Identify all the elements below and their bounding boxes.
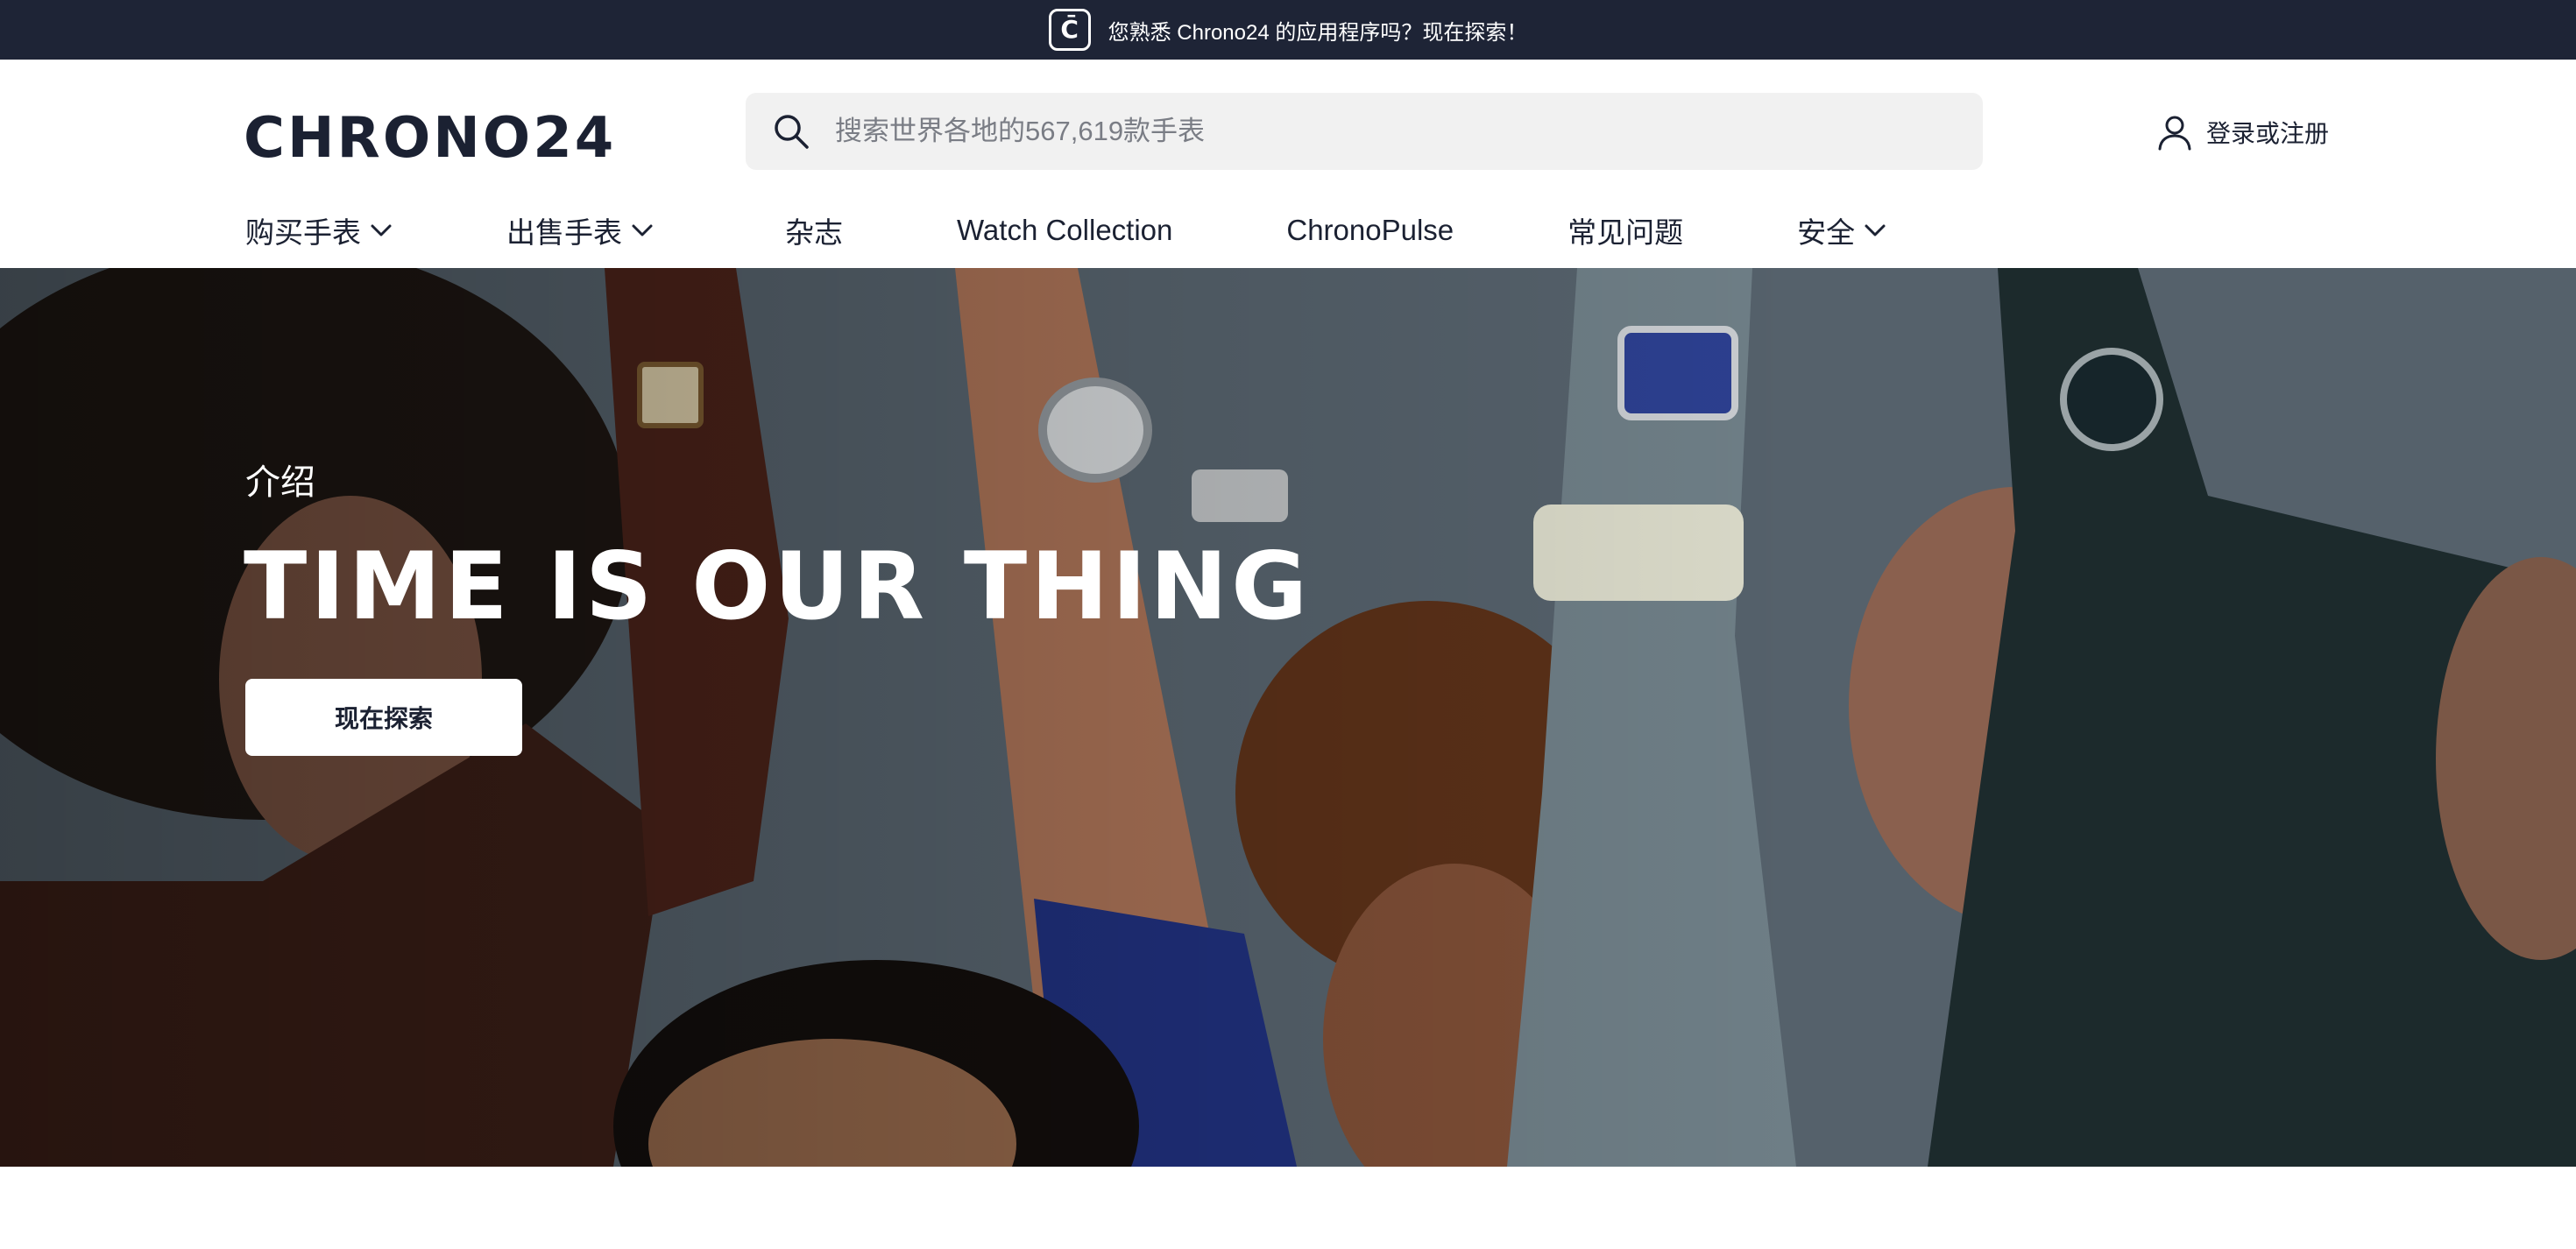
- nav-item-label: Watch Collection: [957, 214, 1173, 246]
- nav-item-buy-watches[interactable]: 购买手表: [245, 209, 393, 251]
- main-nav: 购买手表 出售手表 杂志 Watch Collection ChronoPuls…: [245, 208, 1886, 252]
- nav-item-label: ChronoPulse: [1286, 214, 1454, 246]
- nav-item-chronopulse[interactable]: ChronoPulse: [1286, 214, 1454, 247]
- hero-title: TIME IS OUR THING: [244, 533, 1312, 640]
- nav-item-faq[interactable]: 常见问题: [1568, 209, 1683, 251]
- login-register-link[interactable]: 登录或注册: [2155, 110, 2329, 154]
- nav-item-label: 安全: [1797, 216, 1856, 249]
- nav-item-magazine[interactable]: 杂志: [785, 209, 843, 251]
- site-header: CHRONO24 登录或注册 购买手表 出售手表 杂志 Watch Collec…: [0, 60, 2576, 268]
- nav-item-label: 杂志: [785, 216, 843, 249]
- nav-item-label: 常见问题: [1568, 216, 1684, 249]
- nav-item-security[interactable]: 安全: [1797, 209, 1886, 251]
- hero-eyebrow: 介绍: [245, 463, 315, 502]
- app-promo-text: 您熟悉 Chrono24 的应用程序吗？现在探索！: [1108, 20, 1528, 45]
- user-icon: [2158, 116, 2191, 151]
- nav-item-label: 出售手表: [506, 216, 622, 249]
- app-promo-banner[interactable]: C̄ 您熟悉 Chrono24 的应用程序吗？现在探索！: [0, 0, 2576, 60]
- nav-item-label: 购买手表: [245, 216, 361, 249]
- chevron-down-icon: [1865, 224, 1886, 236]
- search-input[interactable]: [835, 93, 1983, 170]
- nav-item-sell-watches[interactable]: 出售手表: [506, 209, 654, 251]
- search-bar[interactable]: [746, 93, 1983, 170]
- chevron-down-icon: [371, 224, 392, 236]
- nav-item-watch-collection[interactable]: Watch Collection: [957, 214, 1172, 247]
- chrono24-logo[interactable]: CHRONO24: [244, 102, 613, 175]
- chrono24-app-icon: C̄: [1048, 9, 1091, 51]
- explore-now-button[interactable]: 现在探索: [245, 679, 522, 756]
- search-icon: [775, 115, 809, 149]
- login-register-label: 登录或注册: [2205, 120, 2329, 147]
- page-content-area: [0, 1167, 2576, 1249]
- chevron-down-icon: [632, 224, 653, 236]
